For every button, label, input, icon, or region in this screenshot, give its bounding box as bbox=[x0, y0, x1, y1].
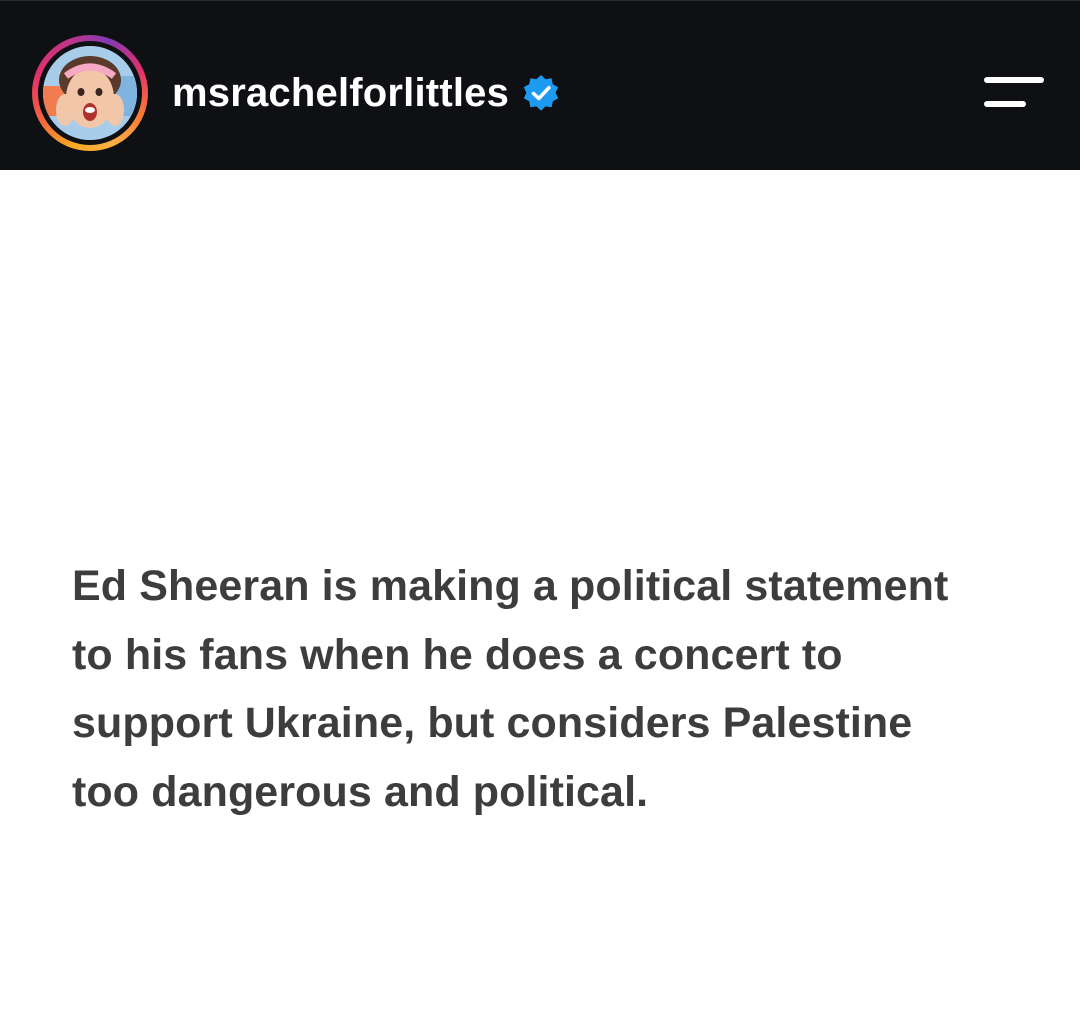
menu-line-bottom bbox=[984, 101, 1026, 107]
avatar-story-ring[interactable] bbox=[32, 35, 148, 151]
username-text[interactable]: msrachelforlittles bbox=[172, 71, 509, 115]
post-text-line: Ed Sheeran is making a political stateme… bbox=[72, 562, 949, 610]
hamburger-menu-icon[interactable] bbox=[978, 71, 1048, 115]
avatar-image bbox=[43, 46, 137, 140]
post-text-line: support Ukraine, but considers Palestine bbox=[72, 699, 913, 747]
menu-line-top bbox=[984, 77, 1044, 83]
avatar bbox=[43, 46, 137, 140]
post-text: Ed Sheeran is making a political stateme… bbox=[72, 552, 1032, 826]
post-text-line: too dangerous and political. bbox=[72, 767, 649, 816]
profile-username[interactable]: msrachelforlittles bbox=[172, 67, 561, 119]
post-content: Ed Sheeran is making a political stateme… bbox=[0, 170, 1080, 1029]
verified-badge-icon bbox=[523, 75, 559, 111]
post-text-line: to his fans when he does a concert to bbox=[72, 630, 843, 679]
profile-header: msrachelforlittles bbox=[0, 0, 1080, 170]
